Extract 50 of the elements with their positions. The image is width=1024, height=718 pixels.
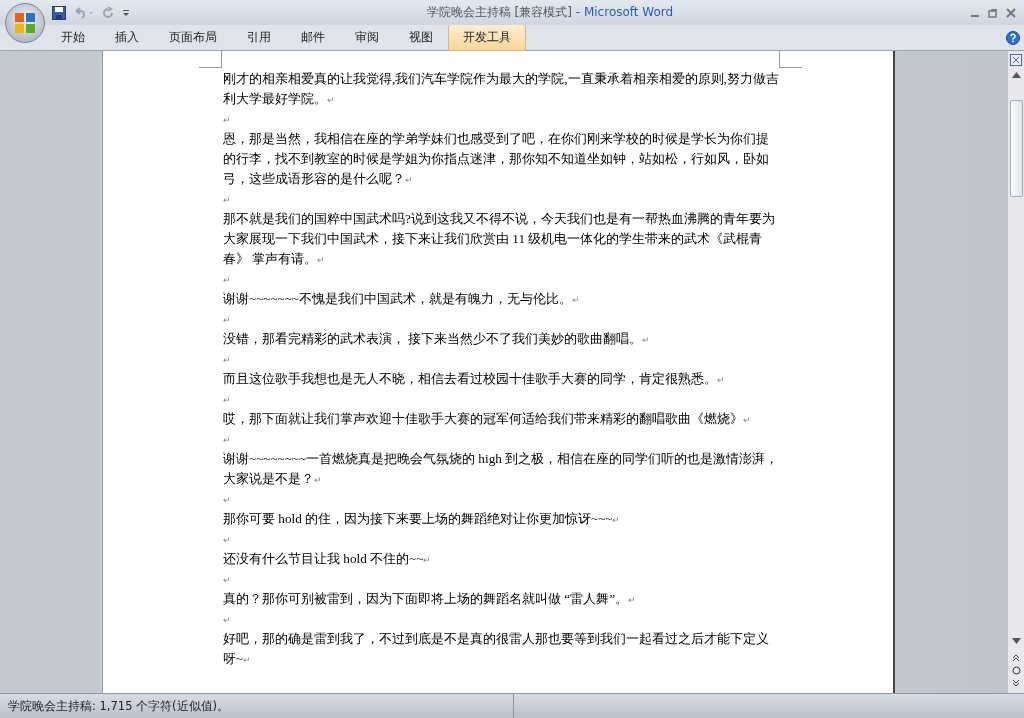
paragraph-mark: ↵ <box>223 495 231 505</box>
customize-dropdown-icon[interactable] <box>122 8 130 17</box>
paragraph: 那你可要 hold 的住，因为接下来要上场的舞蹈绝对让你更加惊讶~~~↵ <box>223 510 622 528</box>
save-icon[interactable] <box>52 5 66 20</box>
paragraph-mark: ↵ <box>223 115 231 125</box>
paragraph-mark: ↵ <box>223 435 231 445</box>
paragraph: 真的？那你可别被雷到，因为下面即将上场的舞蹈名就叫做 “雷人舞”。↵ <box>223 590 637 608</box>
crop-mark <box>199 51 222 68</box>
next-page-icon[interactable] <box>1012 679 1020 687</box>
select-browse-object-icon[interactable] <box>1011 666 1021 675</box>
paragraph: 而且这位歌手我想也是无人不晓，相信去看过校园十佳歌手大赛的同学，肯定很熟悉。↵ <box>223 370 726 388</box>
ribbon-tab[interactable]: 视图 <box>394 24 448 51</box>
paragraph: 刚才的相亲相爱真的让我觉得,我们汽车学院作为最大的学院,一直秉承着相亲相爱的原则,努力做吉利大学最好学院。↵ <box>223 70 780 108</box>
help-icon[interactable] <box>1006 30 1020 45</box>
paragraph-mark: ↵ <box>223 315 231 325</box>
ribbon-tab[interactable]: 开始 <box>46 24 100 51</box>
paragraph-mark: ↵ <box>223 355 231 365</box>
scroll-thumb[interactable] <box>1009 100 1023 197</box>
paragraph: 谢谢~~~~~~~~一首燃烧真是把晚会气氛烧的 high 到之极，相信在座的同学们听的也是激情澎湃，大家说是不是？↵ <box>223 450 780 488</box>
previous-page-icon[interactable] <box>1012 654 1020 662</box>
status-text: 学院晚会主持稿: 1,715 个字符(近似值)。 <box>8 699 230 714</box>
window-title: 学院晚会主持稿 [兼容模式] - Microsoft Word <box>425 4 675 21</box>
paragraph: 没错，那看完精彩的武术表演， 接下来当然少不了我们美妙的歌曲翻唱。↵ <box>223 330 652 348</box>
paragraph: 哎，那下面就让我们掌声欢迎十佳歌手大赛的冠军何适给我们带来精彩的翻唱歌曲《燃烧》↵ <box>223 410 752 428</box>
restore-icon[interactable] <box>988 7 998 18</box>
scroll-down-icon[interactable] <box>1011 638 1021 644</box>
ruler-toggle-icon[interactable] <box>1010 54 1022 66</box>
paragraph-mark: ↵ <box>223 275 231 285</box>
paragraph: 那不就是我们的国粹中国武术吗?说到这我又不得不说，今天我们也是有一帮热血沸腾的青年要为大家展现一下我们中国武术，接下来让我们欣赏由 11 级机电一体化的学生带来的武术《武棍青春》 掌声有请。↵ <box>223 210 776 268</box>
scroll-up-icon[interactable] <box>1011 72 1021 78</box>
ribbon-tab[interactable]: 审阅 <box>340 24 394 51</box>
paragraph-mark: ↵ <box>223 395 231 405</box>
paragraph-mark: ↵ <box>223 535 231 545</box>
ribbon-tab[interactable]: 开发工具 <box>448 24 526 51</box>
ribbon-tab[interactable]: 页面布局 <box>154 24 232 51</box>
close-icon[interactable] <box>1006 7 1016 18</box>
paragraph: 还没有什么节目让我 hold 不住的~~↵ <box>223 550 433 568</box>
paragraph-mark: ↵ <box>223 195 231 205</box>
office-button[interactable] <box>5 3 45 43</box>
office-logo-icon <box>14 12 36 34</box>
paragraph-mark: ↵ <box>223 615 231 625</box>
paragraph: 谢谢~~~~~~~不愧是我们中国武术，就是有魄力，无与伦比。↵ <box>223 290 581 308</box>
paragraph-mark: ↵ <box>223 575 231 585</box>
ribbon-tab[interactable]: 引用 <box>232 24 286 51</box>
vertical-scrollbar[interactable] <box>1007 51 1024 693</box>
paragraph: 恩，那是当然，我相信在座的学弟学妹们也感受到了吧，在你们刚来学校的时候是学长为你们提的行李，找不到教室的时候是学姐为你指点迷津，那你知不知道坐如钟，站如松，行如风，卧如弓，这些成语形容的是什么呢？↵ <box>223 130 770 188</box>
paragraph: 好吧，那的确是雷到我了，不过到底是不是真的很雷人那也要等到我们一起看过之后才能下定义呀~↵ <box>223 630 770 668</box>
ribbon-tab[interactable]: 插入 <box>100 24 154 51</box>
ribbon-tab[interactable]: 邮件 <box>286 24 340 51</box>
crop-mark <box>779 51 802 68</box>
